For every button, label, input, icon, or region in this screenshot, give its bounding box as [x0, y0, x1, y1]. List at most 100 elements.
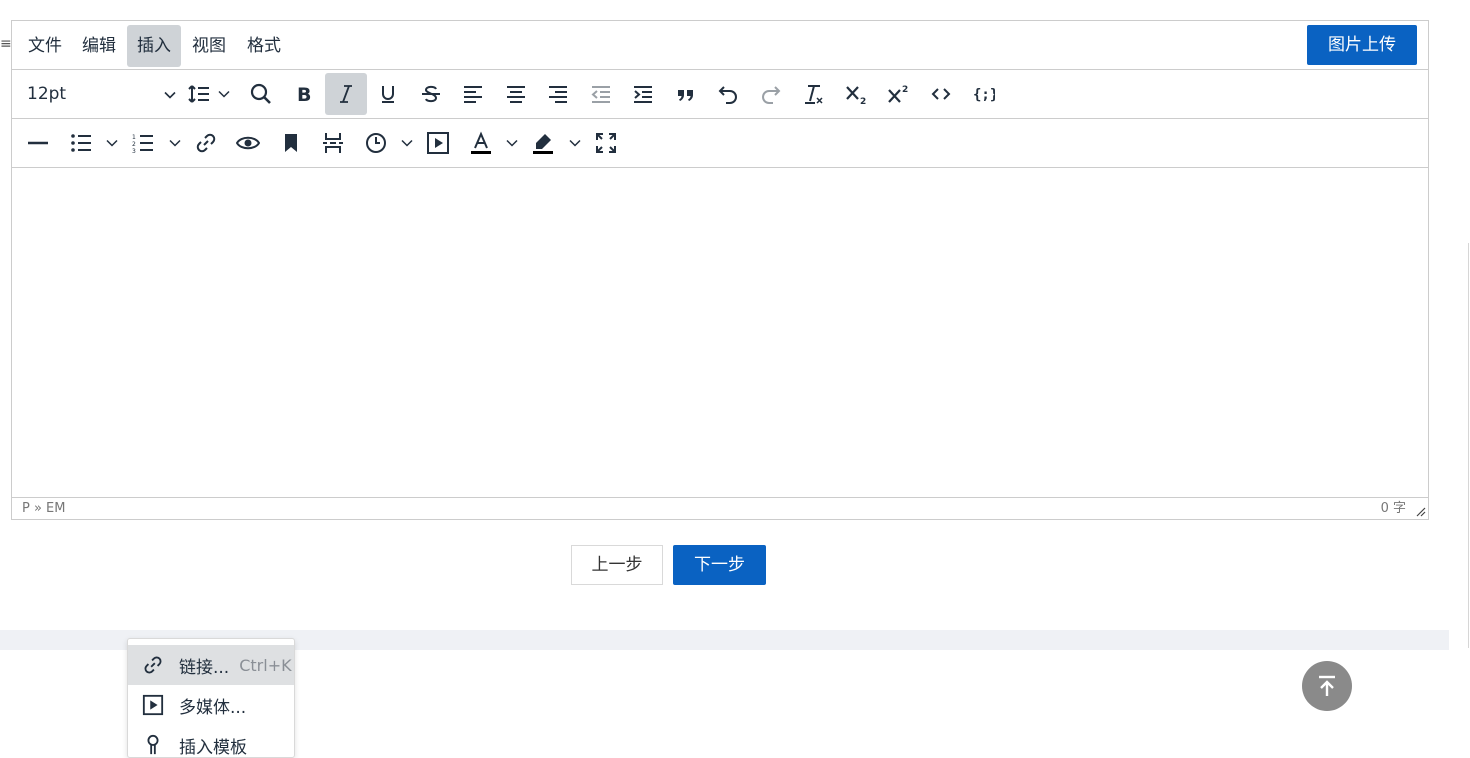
rich-text-editor: 文件 编辑 插入 视图 格式 图片上传 12pt B 2 2 {; 1 2 3 …	[11, 20, 1429, 520]
indent-button[interactable]	[622, 73, 664, 115]
undo-button[interactable]	[707, 73, 749, 115]
right-gutter	[1449, 0, 1470, 749]
svg-text:1: 1	[132, 134, 136, 141]
align-center-button[interactable]	[495, 73, 537, 115]
highlight-icon	[533, 134, 553, 154]
insert-menu-dropdown: 链接... Ctrl+K 多媒体... 插入模板	[127, 638, 295, 758]
chevron-down-icon	[401, 139, 413, 147]
line-height-icon	[188, 85, 209, 103]
menu-edit[interactable]: 编辑	[72, 25, 126, 67]
scrollbar-track[interactable]	[1468, 243, 1469, 648]
subscript-button[interactable]: 2	[835, 73, 877, 115]
svg-text:B: B	[297, 84, 311, 106]
code-sample-button[interactable]: {;}	[962, 73, 1004, 115]
insert-menu-link-label: 链接...	[179, 657, 230, 678]
search-button[interactable]	[240, 73, 282, 115]
indent-icon	[634, 86, 652, 103]
editor-content-area[interactable]	[12, 168, 1428, 498]
fullscreen-button[interactable]	[585, 122, 627, 164]
menu-insert[interactable]: 插入	[127, 25, 181, 67]
align-right-button[interactable]	[537, 73, 579, 115]
code-icon	[931, 88, 951, 100]
font-size-select[interactable]: 12pt	[17, 73, 177, 115]
text-color-dropdown[interactable]	[504, 122, 520, 164]
preview-button[interactable]	[227, 122, 269, 164]
align-left-icon	[464, 86, 482, 103]
align-left-button[interactable]	[452, 73, 494, 115]
text-color-button[interactable]	[460, 122, 502, 164]
horizontal-rule-button[interactable]	[17, 122, 59, 164]
menu-format[interactable]: 格式	[237, 25, 291, 67]
link-icon	[196, 133, 216, 153]
numbered-list-dropdown[interactable]	[167, 122, 183, 164]
blockquote-icon	[678, 90, 693, 101]
search-icon	[250, 83, 271, 104]
italic-button[interactable]	[325, 73, 367, 115]
highlight-dropdown[interactable]	[567, 122, 583, 164]
redo-button[interactable]	[750, 73, 792, 115]
underline-button[interactable]	[367, 73, 409, 115]
font-size-value: 12pt	[27, 84, 67, 104]
strikethrough-button[interactable]	[410, 73, 452, 115]
datetime-icon	[366, 133, 386, 153]
back-to-top-button[interactable]	[1302, 661, 1352, 711]
blockquote-button[interactable]	[665, 73, 707, 115]
horizontal-rule-icon	[28, 141, 48, 145]
bookmark-button[interactable]	[270, 122, 312, 164]
line-height-button[interactable]	[184, 73, 214, 115]
editor-statusbar: P » EM 0 字	[12, 497, 1428, 519]
chevron-down-icon	[506, 139, 518, 147]
outdent-button[interactable]	[580, 73, 622, 115]
text-color-icon	[471, 131, 491, 154]
bullet-list-dropdown[interactable]	[104, 122, 120, 164]
line-height-dropdown[interactable]	[216, 73, 232, 115]
datetime-dropdown[interactable]	[399, 122, 415, 164]
template-icon	[147, 734, 159, 755]
insert-menu-link-shortcut: Ctrl+K	[239, 655, 292, 675]
numbered-list-icon: 123	[132, 134, 153, 155]
align-right-icon	[549, 86, 567, 103]
bullet-list-button[interactable]	[60, 122, 102, 164]
bold-button[interactable]: B	[282, 73, 324, 115]
page-break-button[interactable]	[312, 122, 354, 164]
preview-icon	[236, 136, 260, 150]
datetime-button[interactable]	[355, 122, 397, 164]
chevron-down-icon	[106, 139, 118, 147]
prev-step-button[interactable]: 上一步	[571, 545, 663, 585]
link-icon	[144, 656, 162, 674]
numbered-list-button[interactable]: 123	[122, 122, 164, 164]
align-center-icon	[507, 86, 525, 103]
element-path[interactable]: P » EM	[22, 498, 66, 519]
underline-icon	[382, 86, 394, 103]
insert-menu-template[interactable]: 插入模板	[128, 725, 294, 757]
svg-text:{;}: {;}	[973, 87, 995, 103]
media-icon	[142, 694, 164, 716]
image-upload-button[interactable]: 图片上传	[1307, 25, 1417, 65]
editor-menubar: 文件 编辑 插入 视图 格式 图片上传	[12, 21, 1428, 70]
redo-icon	[762, 86, 781, 104]
insert-menu-media-label: 多媒体...	[179, 697, 247, 718]
word-count[interactable]: 0 字	[1381, 498, 1406, 519]
arrow-up-icon	[1319, 675, 1335, 696]
code-button[interactable]	[920, 73, 962, 115]
undo-icon	[718, 86, 737, 104]
menu-file[interactable]: 文件	[18, 25, 72, 67]
svg-text:2: 2	[902, 85, 908, 95]
svg-text:2: 2	[132, 141, 136, 148]
chevron-down-icon	[164, 91, 176, 99]
insert-menu-link[interactable]: 链接... Ctrl+K	[128, 645, 294, 685]
clear-format-button[interactable]	[792, 73, 834, 115]
svg-text:3: 3	[132, 148, 136, 155]
chevron-down-icon	[169, 139, 181, 147]
next-step-button[interactable]: 下一步	[673, 545, 766, 585]
superscript-button[interactable]: 2	[877, 73, 919, 115]
resize-handle-icon[interactable]	[1416, 507, 1426, 517]
media-button[interactable]	[417, 122, 459, 164]
superscript-icon: 2	[888, 85, 908, 103]
insert-menu-media[interactable]: 多媒体...	[128, 685, 294, 725]
highlight-button[interactable]	[522, 122, 564, 164]
menu-view[interactable]: 视图	[182, 25, 236, 67]
link-button[interactable]	[185, 122, 227, 164]
strikethrough-icon	[422, 85, 440, 103]
chevron-down-icon	[569, 139, 581, 147]
